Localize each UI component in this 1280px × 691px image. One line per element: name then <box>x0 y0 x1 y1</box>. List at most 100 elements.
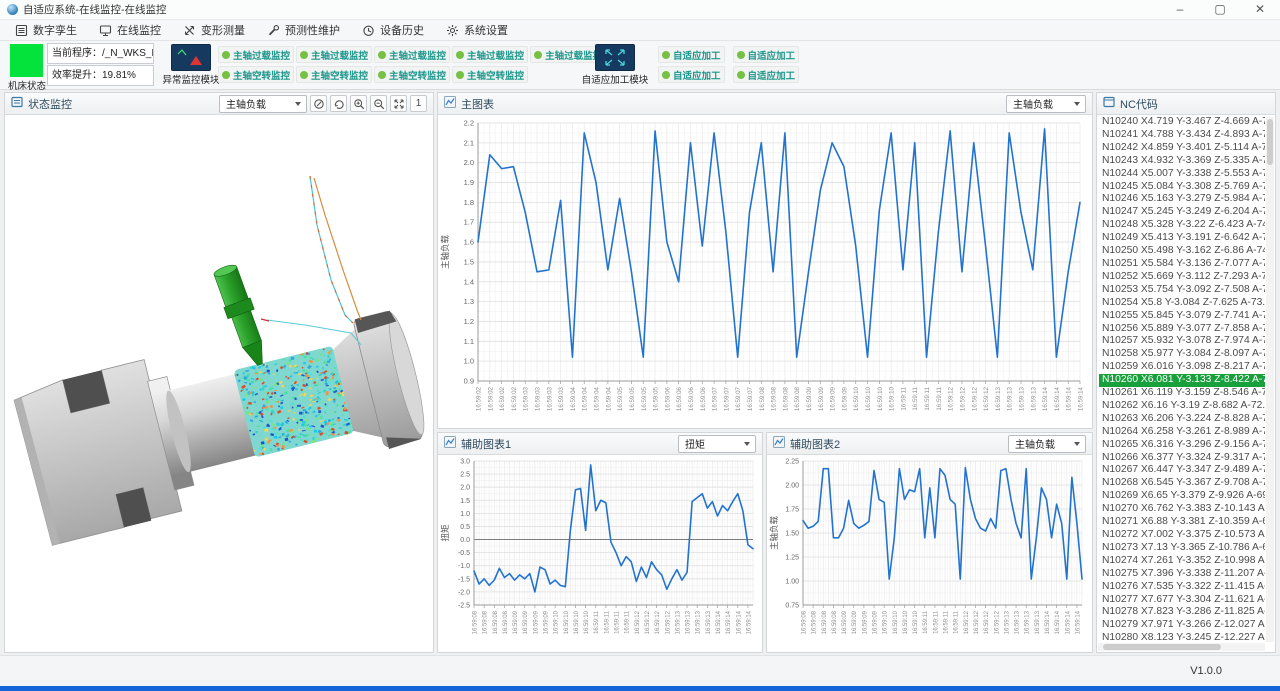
nc-line[interactable]: N10256 X5.889 Y-3.077 Z-7.858 A-73.348 <box>1099 323 1265 336</box>
nc-line[interactable]: N10244 X5.007 Y-3.338 Z-5.553 A-75.297 <box>1099 168 1265 181</box>
spindle-idle-monitor-button[interactable]: 主轴空转监控 <box>296 66 372 83</box>
status-signal-dropdown[interactable]: 主轴负载 <box>219 95 307 113</box>
nc-line[interactable]: N10247 X5.245 Y-3.249 Z-6.204 A-74.701 <box>1099 206 1265 219</box>
svg-text:16:59:14: 16:59:14 <box>1078 386 1085 411</box>
adaptive-machining-module[interactable]: 自适应加工模块 <box>578 44 652 86</box>
main-chart-header: 主图表 主轴负载 <box>438 93 1092 115</box>
menu-item-deform-measure[interactable]: 变形测量 <box>172 20 256 41</box>
nc-line[interactable]: N10267 X6.447 Y-3.347 Z-9.489 A-71.055 <box>1099 464 1265 477</box>
nc-line[interactable]: N10240 X4.719 Y-3.467 Z-4.669 A-76.396 <box>1099 116 1265 129</box>
scrollbar-thumb[interactable] <box>1103 644 1221 650</box>
nc-line[interactable]: N10268 X6.545 Y-3.367 Z-9.708 A-70.519 <box>1099 477 1265 490</box>
nc-line[interactable]: N10249 X5.413 Y-3.191 Z-6.642 A-74.346 <box>1099 232 1265 245</box>
menu-item-predictive-maintenance[interactable]: 预测性维护 <box>256 20 351 41</box>
nc-line[interactable]: N10265 X6.316 Y-3.296 Z-9.156 A-71.771 <box>1099 439 1265 452</box>
menu-item-system-settings[interactable]: 系统设置 <box>435 20 519 41</box>
menu-item-online-monitor[interactable]: 在线监控 <box>88 20 172 41</box>
minimize-button[interactable]: – <box>1160 0 1200 20</box>
nc-line[interactable]: N10257 X5.932 Y-3.078 Z-7.974 A-73.243 <box>1099 335 1265 348</box>
menu-item-digital-twin[interactable]: 数字孪生 <box>4 20 88 41</box>
maximize-button[interactable]: ▢ <box>1200 0 1240 20</box>
fit-view-icon[interactable] <box>390 95 407 112</box>
nc-line[interactable]: N10262 X6.16 Y-3.19 Z-8.682 A-72.534 C <box>1099 400 1265 413</box>
zoom-in-icon[interactable] <box>350 95 367 112</box>
nc-line[interactable]: N10253 X5.754 Y-3.092 Z-7.508 A-73.677 <box>1099 284 1265 297</box>
nc-line[interactable]: N10241 X4.788 Y-3.434 Z-4.893 A-76.062 <box>1099 129 1265 142</box>
nc-line[interactable]: N10274 X7.261 Y-3.352 Z-10.998 A-66.67 <box>1099 555 1265 568</box>
zoom-out-icon[interactable] <box>370 95 387 112</box>
spindle-idle-monitor-button[interactable]: 主轴空转监控 <box>218 66 294 83</box>
aux-chart2-signal-dropdown[interactable]: 主轴负载 <box>1008 435 1086 453</box>
main-chart-signal-dropdown[interactable]: 主轴负载 <box>1006 95 1086 113</box>
svg-text:1.0: 1.0 <box>464 357 474 366</box>
nc-line[interactable]: N10276 X7.535 Y-3.322 Z-11.415 A-65.22 <box>1099 581 1265 594</box>
svg-text:16:59:13: 16:59:13 <box>686 610 692 634</box>
spindle-overload-monitor-button[interactable]: 主轴过载监控 <box>296 46 372 63</box>
abnormal-monitor-module[interactable]: 异常监控模块 <box>158 44 224 86</box>
machine-part-3d-view[interactable] <box>5 115 433 652</box>
svg-text:16:59:10: 16:59:10 <box>877 386 884 411</box>
nc-line[interactable]: N10254 X5.8 Y-3.084 Z-7.625 A-73.571 C <box>1099 297 1265 310</box>
adaptive-machining-button[interactable]: 自适应加工 <box>733 46 800 63</box>
menu-item-device-history[interactable]: 设备历史 <box>351 20 435 41</box>
svg-text:16:59:11: 16:59:11 <box>594 610 600 634</box>
nc-line[interactable]: N10243 X4.932 Y-3.369 Z-5.335 A-75.523 <box>1099 155 1265 168</box>
nc-line[interactable]: N10279 X7.971 Y-3.266 Z-12.027 A-62.98 <box>1099 619 1265 632</box>
nc-line[interactable]: N10259 X6.016 Y-3.098 Z-8.217 A-73.036 <box>1099 361 1265 374</box>
svg-text:1.3: 1.3 <box>464 297 474 306</box>
scrollbar-thumb[interactable] <box>1267 119 1273 165</box>
machine-status-label: 机床状态 <box>0 78 54 92</box>
rotate-tool-button[interactable] <box>330 95 347 112</box>
svg-text:扭矩: 扭矩 <box>440 524 450 542</box>
svg-text:1.7: 1.7 <box>464 218 474 227</box>
spindle-overload-monitor-button[interactable]: 主轴过载监控 <box>452 46 528 63</box>
nc-line[interactable]: N10275 X7.396 Y-3.338 Z-11.207 A-65.95 <box>1099 568 1265 581</box>
nc-line[interactable]: N10242 X4.859 Y-3.401 Z-5.114 A-75.775 <box>1099 142 1265 155</box>
nc-line[interactable]: N10246 X5.163 Y-3.279 Z-5.984 A-74.892 <box>1099 193 1265 206</box>
nc-line[interactable]: N10270 X6.762 Y-3.383 Z-10.143 A-69.34 <box>1099 503 1265 516</box>
close-button[interactable]: ✕ <box>1240 0 1280 20</box>
torque-chart: -2.5-2.0-1.5-1.0-0.50.00.51.01.52.02.53.… <box>438 455 762 651</box>
svg-text:16:59:12: 16:59:12 <box>971 386 978 411</box>
nc-line[interactable]: N10258 X5.977 Y-3.084 Z-8.097 A-73.138 <box>1099 348 1265 361</box>
nc-line[interactable]: N10263 X6.206 Y-3.224 Z-8.828 A-72.33 C <box>1099 413 1265 426</box>
nc-line[interactable]: N10280 X8.123 Y-3.245 Z-12.227 A-62.23 <box>1099 632 1265 642</box>
nc-vertical-scrollbar[interactable] <box>1266 117 1274 642</box>
adaptive-machining-button[interactable]: 自适应加工 <box>733 66 800 83</box>
spindle-overload-monitor-button[interactable]: 主轴过载监控 <box>218 46 294 63</box>
spindle-idle-monitor-button[interactable]: 主轴空转监控 <box>452 66 528 83</box>
svg-text:16:59:12: 16:59:12 <box>959 386 966 411</box>
svg-text:16:59:05: 16:59:05 <box>617 386 624 411</box>
nc-line[interactable]: N10269 X6.65 Y-3.379 Z-9.926 A-69.947 C <box>1099 490 1265 503</box>
nc-code-list[interactable]: N10240 X4.719 Y-3.467 Z-4.669 A-76.396N1… <box>1099 116 1265 642</box>
pan-tool-button[interactable] <box>310 95 327 112</box>
svg-text:1.75: 1.75 <box>785 507 799 514</box>
svg-text:16:59:10: 16:59:10 <box>893 610 899 634</box>
adaptive-machining-button[interactable]: 自适应加工 <box>658 66 725 83</box>
nc-line[interactable]: N10255 X5.845 Y-3.079 Z-7.741 A-73.458 <box>1099 310 1265 323</box>
nc-line[interactable]: N10273 X7.13 Y-3.365 Z-10.786 A-67.372 <box>1099 542 1265 555</box>
svg-text:16:59:11: 16:59:11 <box>944 610 950 634</box>
nc-line[interactable]: N10264 X6.258 Y-3.261 Z-8.989 A-72.072 <box>1099 426 1265 439</box>
nc-horizontal-scrollbar[interactable] <box>1098 643 1265 651</box>
svg-text:0.75: 0.75 <box>785 603 799 610</box>
button-label: 自适应加工 <box>673 48 721 62</box>
adaptive-machining-button[interactable]: 自适应加工 <box>658 46 725 63</box>
aux-chart1-signal-dropdown[interactable]: 扭矩 <box>678 435 756 453</box>
nc-line[interactable]: N10277 X7.677 Y-3.304 Z-11.621 A-64.48 <box>1099 594 1265 607</box>
nc-line[interactable]: N10271 X6.88 Y-3.381 Z-10.359 A-68.711 <box>1099 516 1265 529</box>
svg-text:16:59:13: 16:59:13 <box>706 610 712 634</box>
nc-line[interactable]: N10248 X5.328 Y-3.22 Z-6.423 A-74.52 C <box>1099 219 1265 232</box>
nc-line[interactable]: N10251 X5.584 Y-3.136 Z-7.077 A-74.012 <box>1099 258 1265 271</box>
nc-line[interactable]: N10278 X7.823 Y-3.286 Z-11.825 A-63.73 <box>1099 606 1265 619</box>
nc-line-selected[interactable]: N10260 X6.081 Y-3.133 Z-8.422 A-72.835 <box>1099 374 1265 387</box>
nc-line[interactable]: N10261 X6.119 Y-3.159 Z-8.546 A-72.701 <box>1099 387 1265 400</box>
nc-line[interactable]: N10245 X5.084 Y-3.308 Z-5.769 A-75.088 <box>1099 181 1265 194</box>
nc-line[interactable]: N10266 X6.377 Y-3.324 Z-9.317 A-71.443 <box>1099 452 1265 465</box>
nc-line[interactable]: N10272 X7.002 Y-3.375 Z-10.573 A-68.05 <box>1099 529 1265 542</box>
page-indicator-button[interactable]: 1 <box>410 95 427 112</box>
nc-line[interactable]: N10250 X5.498 Y-3.162 Z-6.86 A-74.178 C <box>1099 245 1265 258</box>
nc-line[interactable]: N10252 X5.669 Y-3.112 Z-7.293 A-73.844 <box>1099 271 1265 284</box>
spindle-idle-monitor-button[interactable]: 主轴空转监控 <box>374 66 450 83</box>
spindle-overload-monitor-button[interactable]: 主轴过载监控 <box>374 46 450 63</box>
